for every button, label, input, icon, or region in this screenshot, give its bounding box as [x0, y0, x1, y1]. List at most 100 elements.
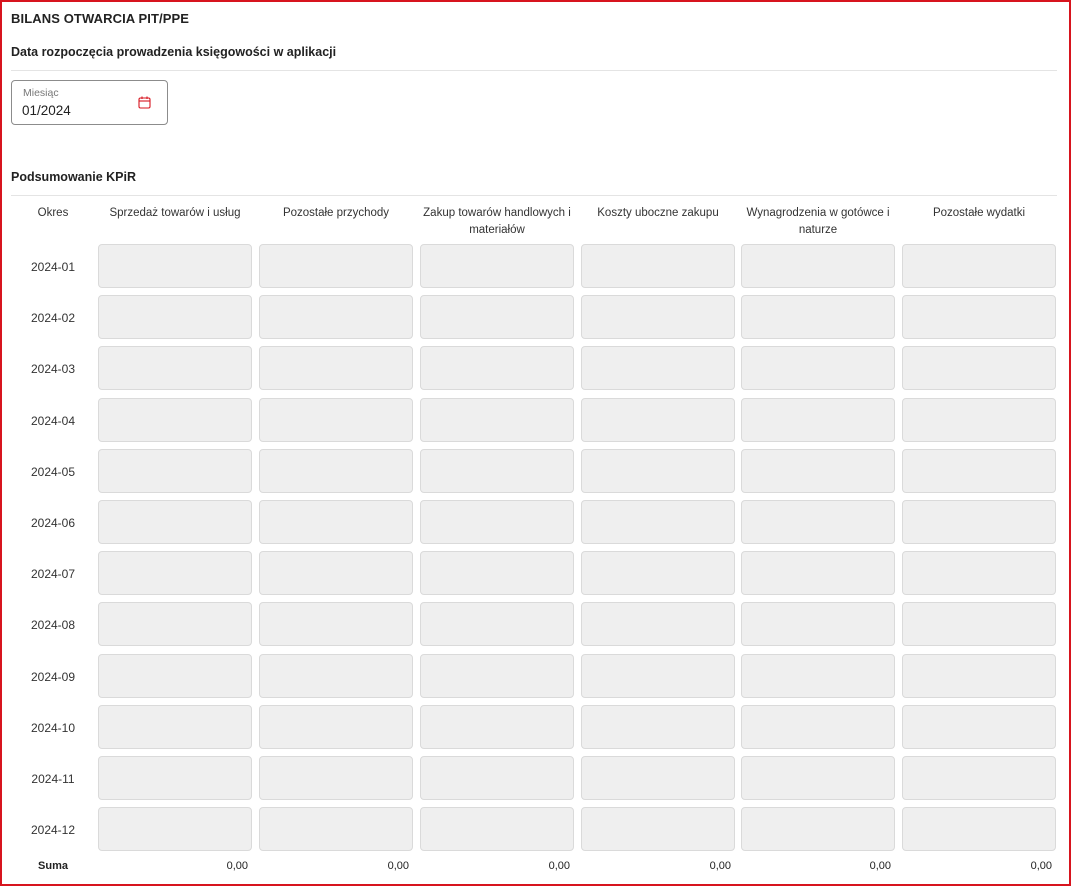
amount-input-disabled [420, 653, 574, 698]
amount-input-disabled [420, 602, 574, 647]
period-label: 2024-03 [30, 362, 76, 377]
sum-value: 0,00 [709, 860, 731, 872]
opening-balance-panel: BILANS OTWARCIA PIT/PPE Data rozpoczęcia… [0, 0, 1071, 886]
amount-input-disabled [259, 448, 413, 493]
amount-input-disabled [420, 704, 574, 749]
period-label: 2024-08 [30, 618, 76, 633]
amount-input-disabled [259, 500, 413, 544]
sum-value: 0,00 [548, 860, 570, 872]
amount-input-disabled [581, 397, 735, 442]
amount-input-disabled [902, 295, 1056, 340]
amount-input-disabled [420, 295, 574, 340]
amount-input-disabled [581, 756, 735, 800]
amount-input-disabled [581, 602, 735, 647]
period-label: 2024-05 [30, 464, 76, 479]
amount-input-disabled [259, 346, 413, 391]
sum-value: 0,00 [226, 860, 248, 872]
amount-input-disabled [741, 244, 895, 288]
amount-input-disabled [902, 397, 1056, 442]
sum-value: 0,00 [869, 860, 891, 872]
amount-input-disabled [259, 807, 413, 852]
section-subtitle: Data rozpoczęcia prowadzenia księgowości… [11, 45, 337, 59]
amount-input-disabled [581, 244, 735, 288]
amount-input-disabled [741, 807, 895, 852]
amount-input-disabled [581, 551, 735, 596]
period-label: 2024-01 [30, 260, 76, 274]
amount-input-disabled [420, 397, 574, 442]
amount-input-disabled [98, 500, 252, 544]
period-label: 2024-02 [30, 311, 76, 326]
sum-value: 0,00 [387, 860, 409, 872]
amount-input-disabled [741, 653, 895, 698]
amount-input-disabled [98, 346, 252, 391]
month-picker-field[interactable]: Miesiąc 01/2024 [11, 80, 168, 125]
column-header: Zakup towarów handlowych i materiałów [423, 207, 571, 236]
amount-input-disabled [902, 756, 1056, 800]
amount-input-disabled [902, 448, 1056, 493]
amount-input-disabled [259, 704, 413, 749]
amount-input-disabled [98, 807, 252, 852]
amount-input-disabled [741, 551, 895, 596]
period-label: 2024-07 [30, 567, 76, 582]
amount-input-disabled [581, 500, 735, 544]
amount-input-disabled [581, 346, 735, 391]
amount-input-disabled [902, 244, 1056, 288]
summary-title: Podsumowanie KPiR [11, 170, 137, 184]
month-field-label: Miesiąc [23, 87, 59, 99]
amount-input-disabled [98, 653, 252, 698]
divider [11, 70, 1057, 71]
amount-input-disabled [902, 346, 1056, 391]
amount-input-disabled [902, 602, 1056, 647]
amount-input-disabled [98, 551, 252, 596]
period-label: 2024-06 [30, 516, 76, 530]
amount-input-disabled [98, 602, 252, 647]
amount-input-disabled [420, 244, 574, 288]
amount-input-disabled [98, 448, 252, 493]
amount-input-disabled [902, 551, 1056, 596]
amount-input-disabled [741, 295, 895, 340]
column-header-period: Okres [37, 207, 69, 219]
amount-input-disabled [581, 295, 735, 340]
amount-input-disabled [420, 756, 574, 800]
amount-input-disabled [259, 653, 413, 698]
amount-input-disabled [741, 448, 895, 493]
sum-value: 0,00 [1030, 860, 1052, 872]
amount-input-disabled [741, 756, 895, 800]
amount-input-disabled [902, 807, 1056, 852]
column-header: Sprzedaż towarów i usług [109, 207, 241, 219]
amount-input-disabled [902, 500, 1056, 544]
amount-input-disabled [420, 807, 574, 852]
amount-input-disabled [259, 756, 413, 800]
month-field-value[interactable]: 01/2024 [22, 103, 71, 118]
amount-input-disabled [98, 397, 252, 442]
period-label: 2024-11 [31, 772, 75, 786]
amount-input-disabled [741, 397, 895, 442]
amount-input-disabled [581, 448, 735, 493]
column-header: Koszty uboczne zakupu [597, 207, 719, 219]
period-label: 2024-10 [30, 720, 76, 735]
amount-input-disabled [902, 704, 1056, 749]
divider [11, 195, 1057, 196]
amount-input-disabled [581, 807, 735, 852]
amount-input-disabled [741, 602, 895, 647]
amount-input-disabled [741, 500, 895, 544]
amount-input-disabled [259, 397, 413, 442]
amount-input-disabled [420, 551, 574, 596]
page-title: BILANS OTWARCIA PIT/PPE [11, 11, 190, 26]
amount-input-disabled [420, 346, 574, 391]
calendar-icon[interactable] [138, 96, 151, 109]
amount-input-disabled [741, 346, 895, 391]
amount-input-disabled [259, 551, 413, 596]
period-label: 2024-04 [30, 413, 76, 428]
column-header: Wynagrodzenia w gotówce i naturze [746, 207, 890, 236]
sum-label: Suma [38, 860, 68, 872]
amount-input-disabled [259, 602, 413, 647]
amount-input-disabled [259, 244, 413, 288]
amount-input-disabled [98, 295, 252, 340]
amount-input-disabled [902, 653, 1056, 698]
amount-input-disabled [98, 704, 252, 749]
amount-input-disabled [581, 704, 735, 749]
period-label: 2024-09 [30, 669, 76, 684]
amount-input-disabled [581, 653, 735, 698]
amount-input-disabled [98, 756, 252, 800]
